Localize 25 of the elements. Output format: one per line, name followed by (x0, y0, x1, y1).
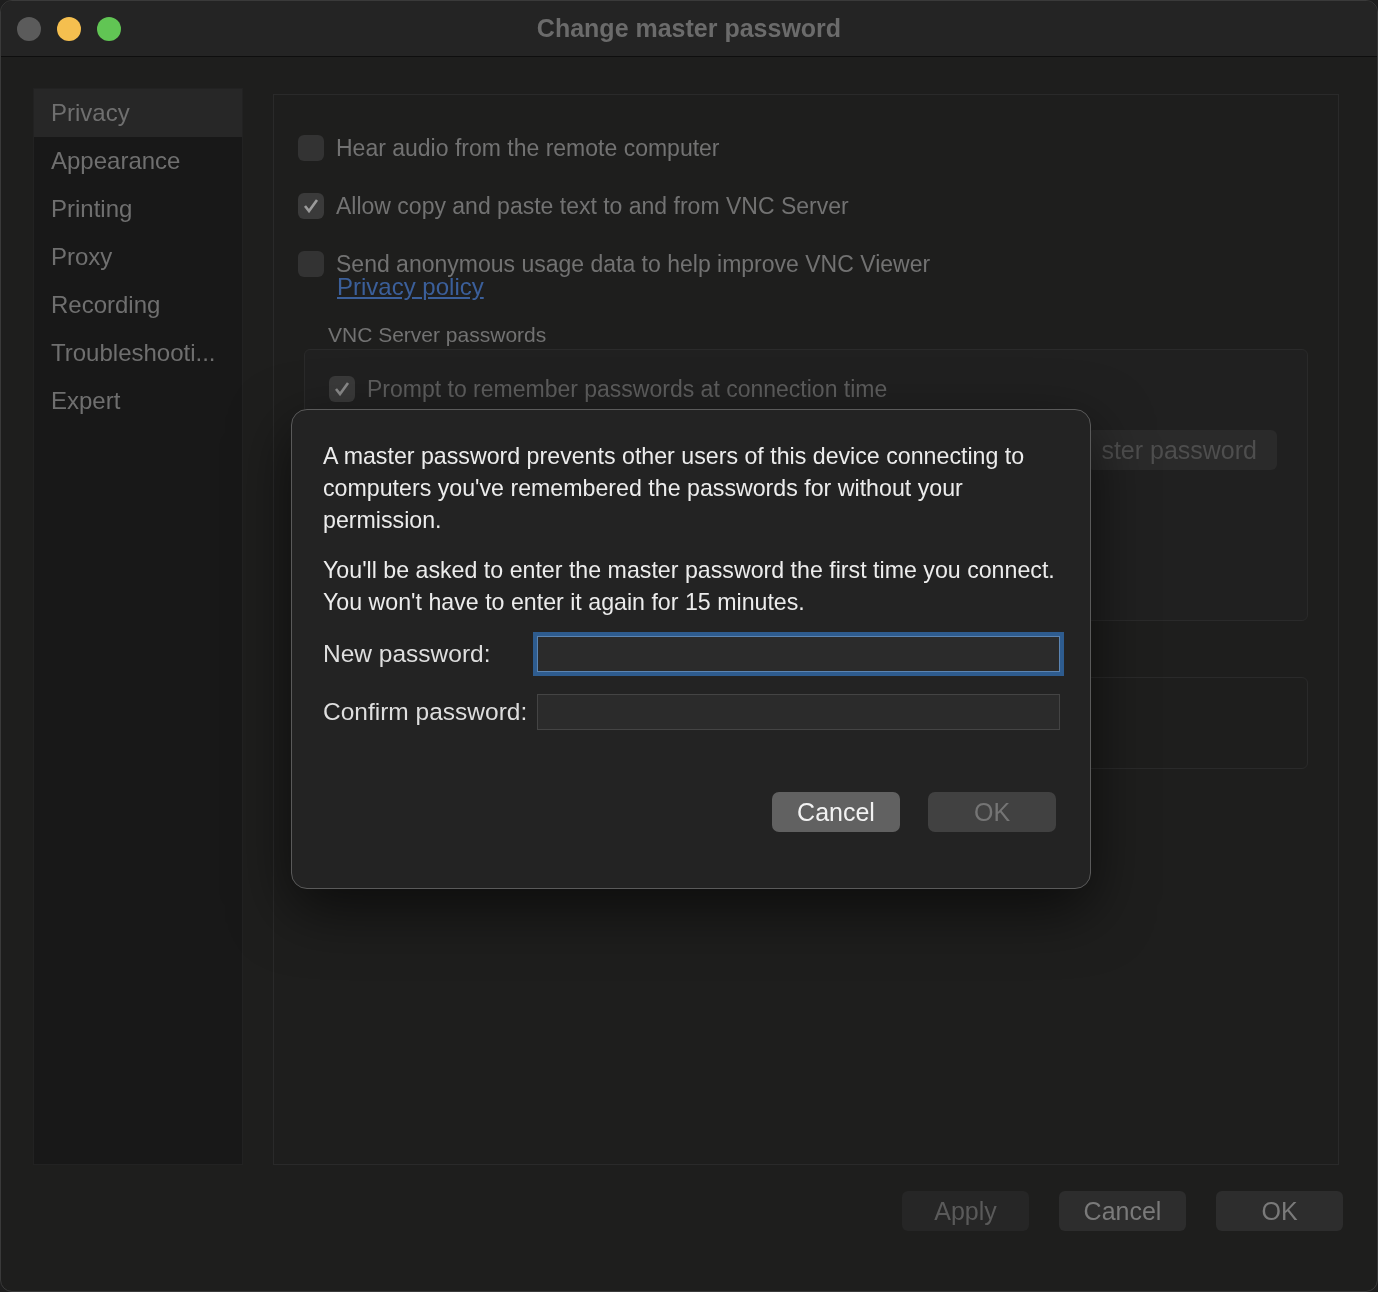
checkbox[interactable] (329, 376, 355, 402)
dialog-button[interactable]: Cancel (772, 792, 900, 832)
sidebar-item[interactable]: Expert (34, 377, 242, 425)
sidebar-item[interactable]: Recording (34, 281, 242, 329)
option-label: Hear audio from the remote computer (336, 134, 720, 162)
option-label: Allow copy and paste text to and from VNC Server (336, 192, 849, 220)
field-label: New password: (323, 640, 492, 668)
sidebar-item[interactable]: Appearance (34, 137, 242, 185)
option-label: Send anonymous usage data to help improve VNC Viewer (336, 250, 931, 277)
sidebar-item[interactable]: Printing (34, 185, 242, 233)
password-field[interactable] (537, 694, 1060, 730)
dialog-message: A master password prevents other users of this device connecting to computers you've remembered the passwords for without your permission. (323, 442, 1026, 535)
window-control-icon[interactable] (57, 16, 81, 41)
footer-button[interactable]: Cancel (1059, 1191, 1186, 1231)
sidebar-item[interactable]: Troubleshooti... (34, 329, 242, 377)
window-title: Change master password (535, 14, 843, 43)
option-label: Prompt to remember passwords at connection time (367, 375, 888, 403)
footer-button[interactable]: OK (1216, 1191, 1343, 1231)
dialog-message: You'll be asked to enter the master password the first time you connect. You won't have to enter it again for 15 minutes. (323, 556, 1056, 617)
checkbox[interactable] (298, 193, 324, 219)
window-control-icon[interactable] (97, 16, 121, 41)
sidebar-item[interactable]: Privacy (34, 89, 242, 137)
section-title: VNC Server passwords (328, 323, 548, 347)
field-label: Confirm password: (323, 698, 528, 726)
sidebar-item[interactable]: Proxy (34, 233, 242, 281)
